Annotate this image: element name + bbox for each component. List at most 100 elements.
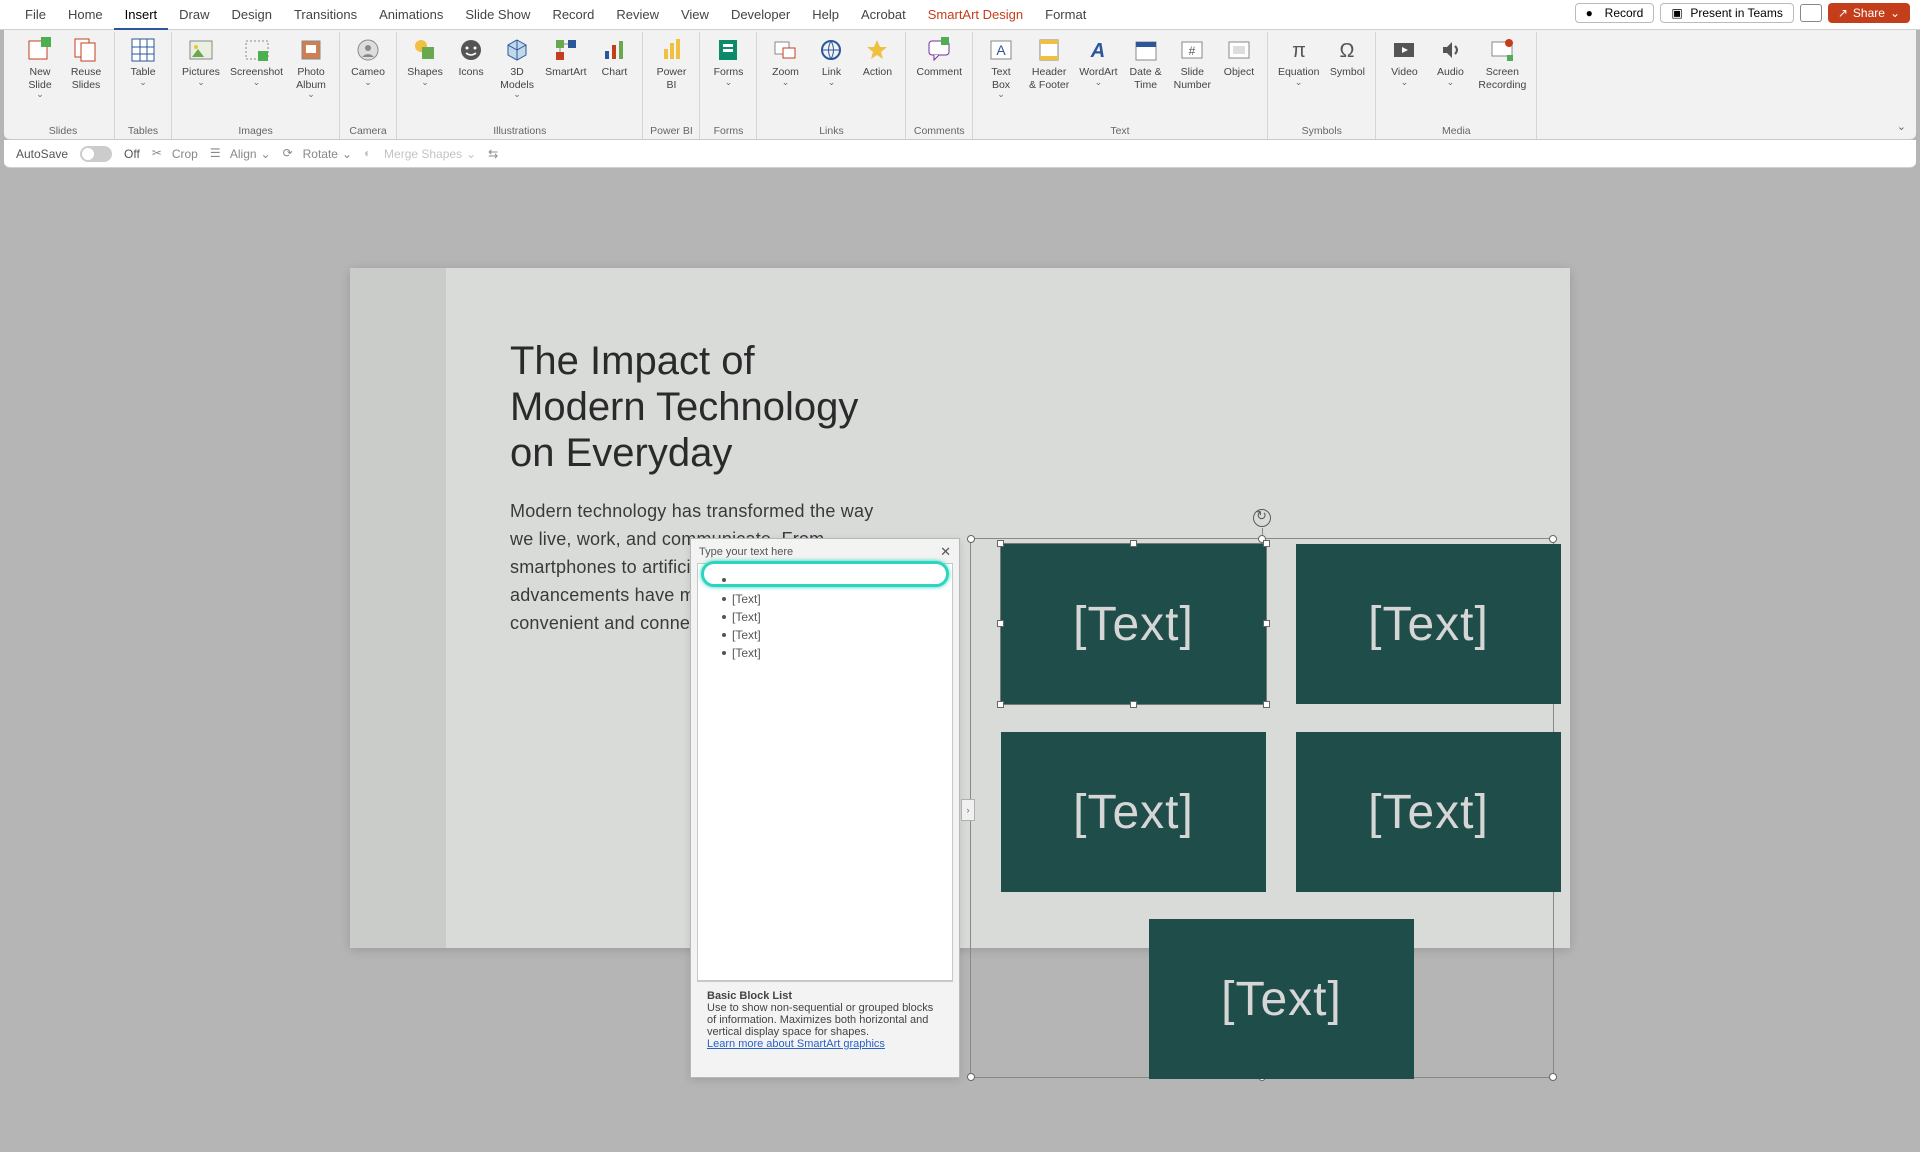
shapes-icon: [411, 36, 439, 64]
header-footer-button[interactable]: Header & Footer: [1025, 34, 1073, 125]
qat-overflow[interactable]: ⇆: [488, 147, 498, 161]
header-footer-icon: [1035, 36, 1063, 64]
wordart-button[interactable]: AWordArt: [1075, 34, 1121, 125]
shapes-button[interactable]: Shapes: [403, 34, 447, 125]
smartart-container[interactable]: [Text] [Text] [Text] [Text] [Text]: [970, 538, 1554, 1078]
rotate-button[interactable]: ⟳Rotate ⌄: [283, 146, 352, 162]
zoom-button[interactable]: Zoom: [763, 34, 807, 125]
text-pane-item[interactable]: [Text]: [704, 626, 946, 644]
merge-shapes-button[interactable]: ◐Merge Shapes ⌄: [364, 146, 476, 162]
chart-button[interactable]: Chart: [592, 34, 636, 125]
new-slide-button[interactable]: New Slide: [18, 34, 62, 125]
tab-review[interactable]: Review: [605, 0, 670, 30]
tab-file[interactable]: File: [14, 0, 57, 30]
forms-button[interactable]: Forms: [706, 34, 750, 125]
tab-insert[interactable]: Insert: [114, 0, 169, 30]
video-icon: [1390, 36, 1418, 64]
reuse-slides-button[interactable]: Reuse Slides: [64, 34, 108, 125]
record-button[interactable]: ●Record: [1575, 3, 1655, 23]
tab-transitions[interactable]: Transitions: [283, 0, 368, 30]
text-pane-toggle[interactable]: ›: [961, 799, 975, 821]
align-button[interactable]: ☰Align ⌄: [210, 146, 271, 162]
link-button[interactable]: Link: [809, 34, 853, 125]
date-time-button[interactable]: Date & Time: [1124, 34, 1168, 125]
smartart-block-1[interactable]: [Text]: [1001, 544, 1266, 704]
share-button[interactable]: ↗Share⌄: [1828, 3, 1910, 23]
resize-handle[interactable]: [1549, 535, 1557, 543]
photo-album-button[interactable]: Photo Album: [289, 34, 333, 125]
3d-models-button[interactable]: 3D Models: [495, 34, 539, 125]
collapse-ribbon-button[interactable]: ⌄: [1897, 120, 1906, 133]
equation-button[interactable]: πEquation: [1274, 34, 1323, 125]
svg-text:π: π: [1292, 40, 1306, 62]
slide-margin: [350, 268, 446, 948]
tab-view[interactable]: View: [670, 0, 720, 30]
smartart-block-3[interactable]: [Text]: [1001, 732, 1266, 892]
autosave-toggle[interactable]: [80, 146, 112, 162]
action-button[interactable]: Action: [855, 34, 899, 125]
icons-button[interactable]: Icons: [449, 34, 493, 125]
text-pane-body[interactable]: [Text] [Text] [Text] [Text]: [697, 563, 953, 981]
tab-animations[interactable]: Animations: [368, 0, 454, 30]
symbol-icon: Ω: [1333, 36, 1361, 64]
pictures-button[interactable]: Pictures: [178, 34, 224, 125]
tab-home[interactable]: Home: [57, 0, 114, 30]
powerbi-icon: [657, 36, 685, 64]
video-button[interactable]: Video: [1382, 34, 1426, 125]
smartart-block-5[interactable]: [Text]: [1149, 919, 1414, 1079]
comments-icon[interactable]: [1800, 4, 1822, 22]
resize-handle[interactable]: [967, 1073, 975, 1081]
text-pane-item[interactable]: [Text]: [704, 644, 946, 662]
text-pane-item[interactable]: [704, 568, 946, 590]
tab-record[interactable]: Record: [541, 0, 605, 30]
smartart-button[interactable]: SmartArt: [541, 34, 590, 125]
smartart-block-2[interactable]: [Text]: [1296, 544, 1561, 704]
smartart-block-4[interactable]: [Text]: [1296, 732, 1561, 892]
slide-title[interactable]: The Impact of Modern Technology on Every…: [510, 338, 858, 476]
tab-smartart-design[interactable]: SmartArt Design: [917, 0, 1034, 30]
resize-handle[interactable]: [1549, 1073, 1557, 1081]
slide-number-icon: #: [1178, 36, 1206, 64]
learn-more-link[interactable]: Learn more about SmartArt graphics: [707, 1038, 885, 1050]
screen-recording-icon: [1488, 36, 1516, 64]
tab-draw[interactable]: Draw: [168, 0, 220, 30]
powerbi-button[interactable]: Power BI: [649, 34, 693, 125]
text-pane-item[interactable]: [Text]: [704, 608, 946, 626]
comment-button[interactable]: Comment: [912, 34, 966, 125]
close-icon[interactable]: ✕: [940, 544, 951, 560]
audio-icon: [1436, 36, 1464, 64]
photo-album-icon: [297, 36, 325, 64]
smartart-text-pane[interactable]: Type your text here ✕ [Text] [Text] [Tex…: [690, 538, 960, 1078]
tab-design[interactable]: Design: [221, 0, 283, 30]
equation-icon: π: [1285, 36, 1313, 64]
tab-acrobat[interactable]: Acrobat: [850, 0, 917, 30]
teams-icon: ▣: [1671, 6, 1685, 20]
screen-recording-button[interactable]: Screen Recording: [1474, 34, 1530, 125]
smartart-block-text: [Text]: [1073, 597, 1194, 652]
table-button[interactable]: Table: [121, 34, 165, 125]
textbox-button[interactable]: AText Box: [979, 34, 1023, 125]
tab-format[interactable]: Format: [1034, 0, 1097, 30]
crop-button[interactable]: ✂Crop: [152, 146, 198, 162]
present-teams-button[interactable]: ▣Present in Teams: [1660, 3, 1794, 23]
resize-handle[interactable]: [967, 535, 975, 543]
smartart-block-text: [Text]: [1221, 972, 1342, 1027]
action-icon: [863, 36, 891, 64]
crop-icon: ✂: [152, 146, 168, 162]
symbol-button[interactable]: ΩSymbol: [1325, 34, 1369, 125]
screenshot-button[interactable]: Screenshot: [226, 34, 287, 125]
smartart-icon: [552, 36, 580, 64]
object-button[interactable]: Object: [1217, 34, 1261, 125]
textbox-icon: A: [987, 36, 1015, 64]
tab-help[interactable]: Help: [801, 0, 850, 30]
audio-button[interactable]: Audio: [1428, 34, 1472, 125]
chart-icon: [600, 36, 628, 64]
cameo-button[interactable]: Cameo: [346, 34, 390, 125]
tab-developer[interactable]: Developer: [720, 0, 801, 30]
text-pane-item[interactable]: [Text]: [704, 590, 946, 608]
tab-slideshow[interactable]: Slide Show: [454, 0, 541, 30]
svg-text:Ω: Ω: [1340, 40, 1355, 62]
rotate-handle[interactable]: [1253, 509, 1271, 527]
quick-access-toolbar: AutoSave Off ✂Crop ☰Align ⌄ ⟳Rotate ⌄ ◐M…: [4, 140, 1916, 168]
slide-number-button[interactable]: #Slide Number: [1170, 34, 1215, 125]
